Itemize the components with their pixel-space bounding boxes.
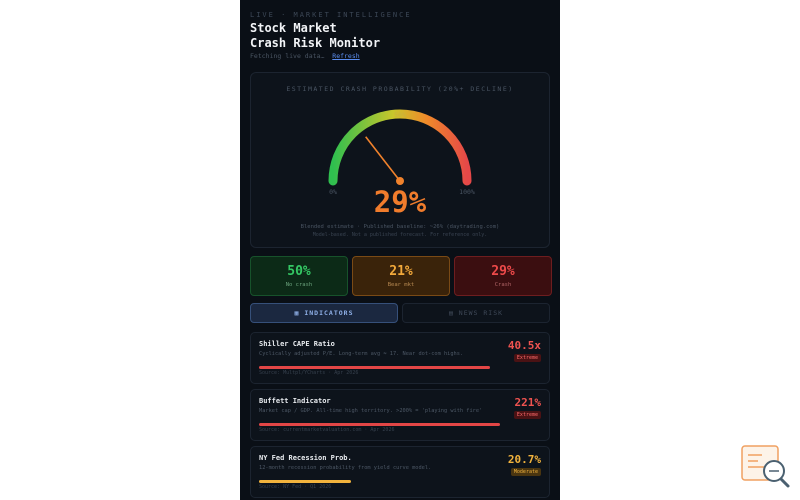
scenario-value: 21%	[389, 264, 413, 279]
indicator-bar-fill	[259, 366, 490, 369]
news-icon: ▤	[448, 309, 454, 317]
disclaimer: Model-based. Not a published forecast. F…	[312, 232, 488, 238]
indicator-name: NY Fed Recession Prob.	[259, 454, 352, 462]
scenario-crash: 29% Crash	[454, 256, 552, 296]
gauge-hub	[396, 177, 404, 185]
scenario-label: No crash	[285, 282, 313, 288]
blend-note: Blended estimate · Published baseline: ~…	[300, 224, 500, 230]
page-title: Stock Market Crash Risk Monitor	[250, 21, 380, 51]
crash-probability-value: 29%	[373, 185, 427, 219]
indicator-source: Source: NY Fed · Q1 2026	[259, 484, 332, 490]
indicator-bar-fill	[259, 480, 351, 483]
app-panel: LIVE · MARKET INTELLIGENCE Stock Market …	[240, 0, 560, 500]
status-text: Fetching live data…	[250, 52, 325, 60]
tick-mid: 50%	[394, 111, 406, 119]
tab-news-label: NEWS RISK	[458, 309, 504, 317]
indicator-source: Source: currentmarketvaluation.com · Apr…	[259, 427, 395, 433]
scenario-value: 50%	[287, 264, 311, 279]
title-line-2: Crash Risk Monitor	[250, 36, 381, 50]
indicator-name: Buffett Indicator	[259, 397, 331, 405]
indicator-bar	[259, 480, 521, 483]
status-line: Fetching live data… Refresh	[250, 52, 360, 60]
indicator-value: 40.5x	[507, 339, 541, 352]
gauge-card: ESTIMATED CRASH PROBABILITY (20%+ DECLIN…	[250, 72, 550, 248]
indicator-value: 221%	[514, 396, 542, 409]
scenario-value: 29%	[491, 264, 515, 279]
status-badge: Moderate	[510, 468, 541, 476]
chart-icon: ▦	[294, 309, 300, 317]
gauge-arc	[328, 109, 472, 186]
indicator-source: Source: Multpl/YCharts · Apr 2026	[259, 370, 359, 376]
indicator-bar-fill	[259, 423, 501, 426]
indicator-name: Shiller CAPE Ratio	[259, 340, 335, 348]
gauge-needle	[365, 136, 401, 182]
scenario-no-crash: 50% No crash	[250, 256, 348, 296]
indicator-description: 12-month recession probability from yiel…	[259, 465, 432, 471]
tab-news-risk[interactable]: ▤ NEWS RISK	[402, 303, 550, 323]
indicator-value: 20.7%	[507, 453, 541, 466]
gauge-dial: 50% 0% 100%	[328, 109, 475, 196]
indicator-card-nyfed[interactable]: NY Fed Recession Prob. 12-month recessio…	[250, 446, 550, 498]
indicator-description: Cyclically adjusted P/E. Long-term avg ≈…	[259, 351, 464, 357]
indicator-bar	[259, 423, 521, 426]
title-line-1: Stock Market	[250, 21, 337, 35]
indicator-bar	[259, 366, 521, 369]
scenario-label: Crash	[494, 282, 512, 288]
live-eyebrow: LIVE · MARKET INTELLIGENCE	[250, 11, 412, 19]
indicator-description: Market cap / GDP. All-time high territor…	[259, 408, 483, 414]
status-badge: Extreme	[513, 354, 541, 362]
tab-indicators-label: INDICATORS	[304, 309, 354, 317]
tab-indicators[interactable]: ▦ INDICATORS	[250, 303, 398, 323]
status-badge: Extreme	[513, 411, 541, 419]
scenario-label: Bear mkt	[387, 282, 415, 288]
scenario-bear-market: 21% Bear mkt	[352, 256, 450, 296]
indicator-card-buffett[interactable]: Buffett Indicator Market cap / GDP. All-…	[250, 389, 550, 441]
refresh-link[interactable]: Refresh	[332, 52, 359, 60]
indicator-card-cape[interactable]: Shiller CAPE Ratio Cyclically adjusted P…	[250, 332, 550, 384]
corner-logo-icon	[741, 445, 790, 488]
